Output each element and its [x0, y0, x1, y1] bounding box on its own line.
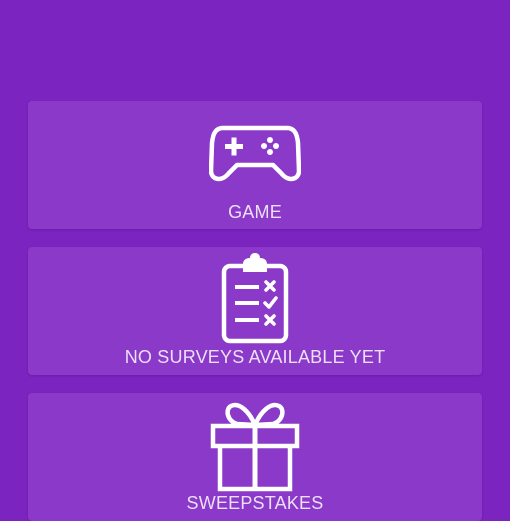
gamepad-icon: [209, 125, 301, 182]
surveys-label: NO SURVEYS AVAILABLE YET: [124, 347, 386, 367]
sweepstakes-card[interactable]: SWEEPSTAKES: [28, 393, 482, 521]
sweepstakes-label: SWEEPSTAKES: [186, 493, 324, 513]
game-label: GAME: [228, 202, 282, 222]
game-card[interactable]: GAME: [28, 101, 482, 229]
clipboard-checklist-icon: [221, 253, 289, 344]
surveys-card[interactable]: NO SURVEYS AVAILABLE YET: [28, 247, 482, 375]
gift-icon: [210, 402, 300, 492]
